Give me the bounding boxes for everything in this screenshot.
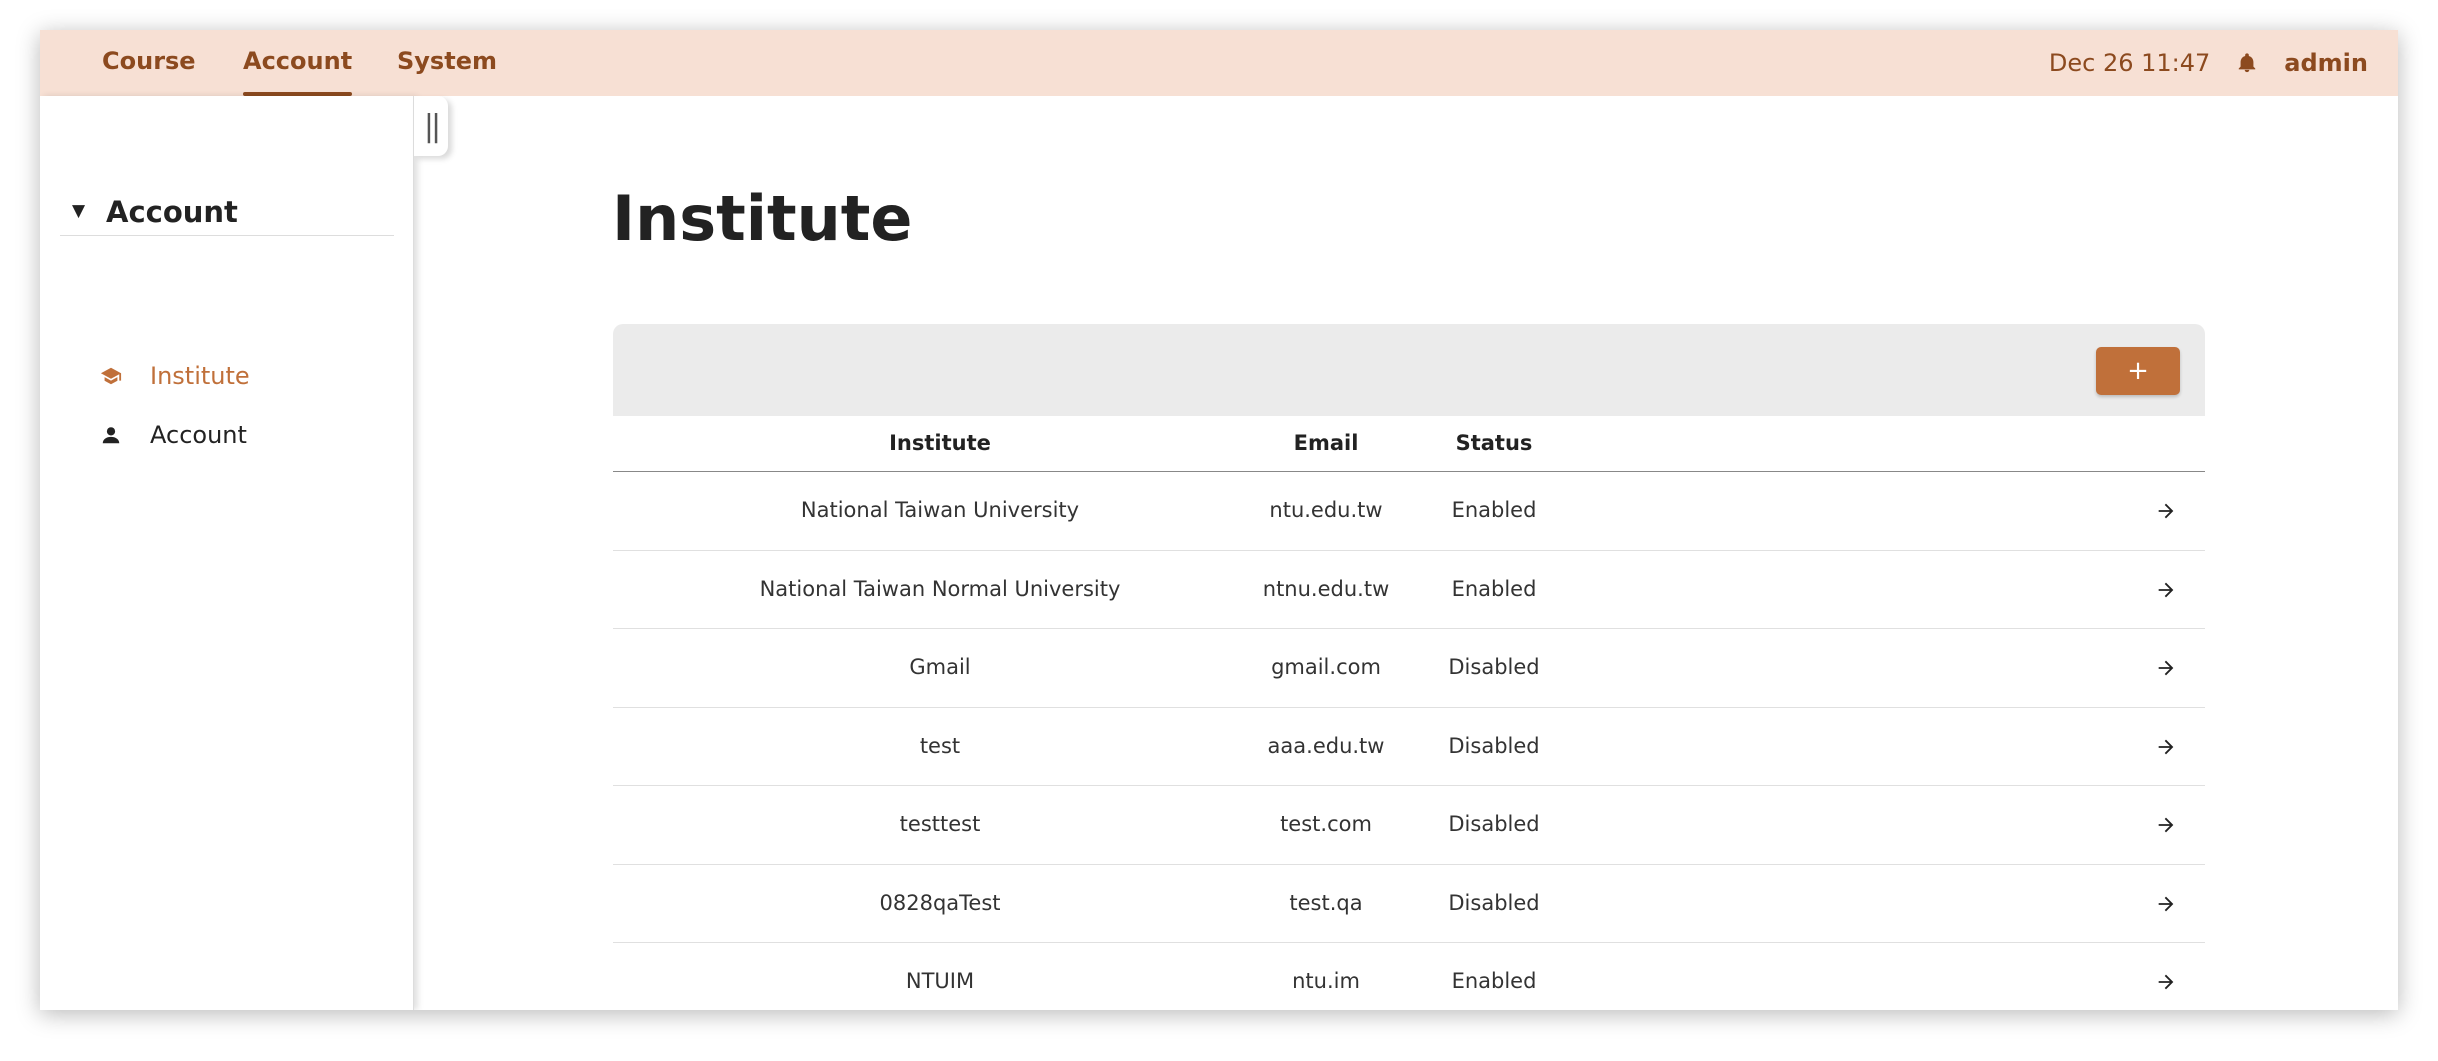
cell-status: Disabled [1448,890,1540,915]
column-header-institute[interactable]: Institute [889,431,991,455]
table-row[interactable]: Gmail gmail.com Disabled [613,629,2205,708]
cell-institute: test [919,733,961,758]
cell-institute: Gmail [909,655,971,679]
cell-institute: testtest [899,812,981,836]
sidebar-section-account[interactable]: ▼ Account [60,196,394,236]
user-menu[interactable]: admin [2284,49,2368,77]
cell-email: aaa.edu.tw [1267,733,1385,758]
nav-tab-account[interactable]: Account [243,30,353,96]
collapse-handle-icon: || [423,108,441,144]
sidebar-section-title: Account [106,195,238,229]
arrow-right-icon[interactable] [2155,814,2177,836]
cell-status: Disabled [1448,812,1540,836]
sidebar-item-label: Account [150,421,247,449]
sidebar-item-institute[interactable]: Institute [100,356,400,396]
cell-status: Enabled [1451,498,1537,522]
cell-status: Disabled [1448,733,1540,758]
cell-status: Disabled [1448,655,1540,679]
cell-institute: National Taiwan Normal University [759,576,1121,601]
arrow-right-icon[interactable] [2155,500,2177,522]
cell-status: Enabled [1451,969,1537,993]
arrow-right-icon[interactable] [2155,893,2177,915]
nav-tab-system[interactable]: System [397,30,497,96]
person-icon [102,427,120,444]
table-row[interactable]: test aaa.edu.tw Disabled [613,708,2205,786]
table-row[interactable]: NTUIM ntu.im Enabled [613,943,2205,1010]
top-navigation-bar: Course Account System Dec 26 11:47 admin [40,30,2398,96]
sidebar-collapse-handle[interactable]: || [414,96,448,156]
caret-down-icon: ▼ [72,201,86,221]
graduation-cap-icon [100,367,122,385]
arrow-right-icon[interactable] [2155,971,2177,993]
cell-institute: 0828qaTest [879,890,1001,915]
arrow-right-icon[interactable] [2155,736,2177,758]
cell-email: ntu.edu.tw [1269,498,1383,522]
cell-email: ntu.im [1292,969,1360,993]
table-row[interactable]: 0828qaTest test.qa Disabled [613,865,2205,943]
sidebar-item-account[interactable]: Account [100,415,400,455]
institute-table: Institute Email Status National Taiwan U… [613,416,2205,1010]
topbar-right-group: Dec 26 11:47 admin [2049,30,2368,96]
arrow-right-icon[interactable] [2155,579,2177,601]
cell-email: ntnu.edu.tw [1262,576,1390,601]
add-institute-button[interactable]: + [2096,347,2180,395]
table-toolbar: + [613,324,2205,416]
bell-icon[interactable] [2236,51,2258,75]
cell-institute: National Taiwan University [800,498,1080,522]
cell-email: test.qa [1289,890,1363,915]
table-row[interactable]: National Taiwan University ntu.edu.tw En… [613,472,2205,551]
app-window: Course Account System Dec 26 11:47 admin… [40,30,2398,1010]
page-title: Institute [612,182,913,255]
cell-status: Enabled [1451,576,1537,601]
table-header: Institute Email Status [613,416,2205,472]
cell-institute: NTUIM [905,969,975,993]
cell-email: test.com [1280,812,1372,836]
column-header-status[interactable]: Status [1456,431,1533,455]
nav-tab-course[interactable]: Course [102,30,196,96]
cell-email: gmail.com [1271,655,1381,679]
datetime-display: Dec 26 11:47 [2048,49,2211,77]
table-row[interactable]: National Taiwan Normal University ntnu.e… [613,551,2205,629]
arrow-right-icon[interactable] [2155,657,2177,679]
sidebar-item-label: Institute [150,362,250,390]
table-row[interactable]: testtest test.com Disabled [613,786,2205,865]
sidebar: ▼ Account Institute Account [40,96,414,1010]
column-header-email[interactable]: Email [1294,431,1359,455]
